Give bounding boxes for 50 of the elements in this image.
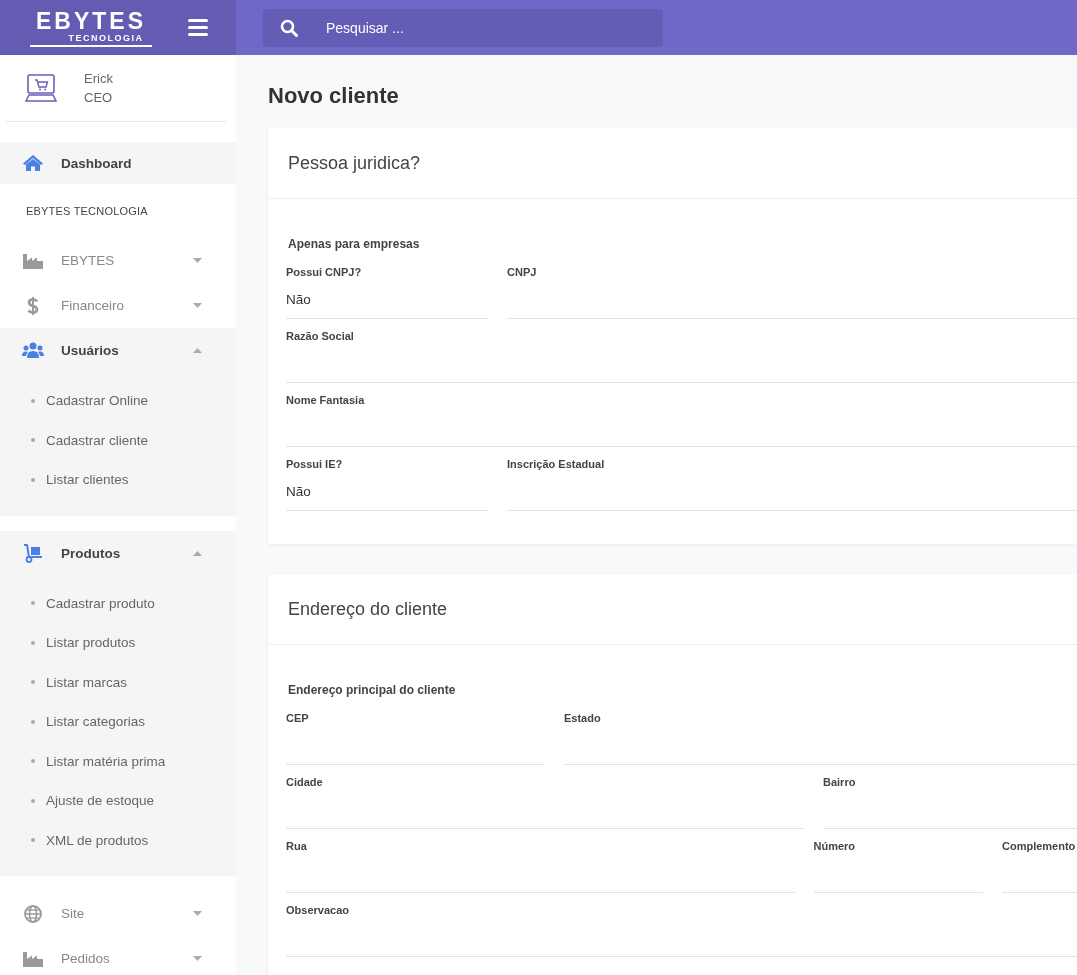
input-field[interactable]: Não <box>286 472 488 511</box>
field-label: Inscrição Estadual <box>507 457 605 472</box>
field-label: Possui IE? <box>286 457 343 472</box>
page-title: Novo cliente <box>268 83 400 109</box>
sidebar-item[interactable]: EBYTES <box>0 238 236 283</box>
submenu-item[interactable]: Cadastrar produto <box>0 583 236 623</box>
laptop-cart-icon <box>25 73 57 103</box>
input-field[interactable]: Não <box>286 280 488 319</box>
sidebar-item[interactable]: Usuários <box>0 328 236 373</box>
logo-subtitle: TECNOLOGIA <box>67 32 144 44</box>
field-label: Cidade <box>286 775 323 790</box>
sidebar-item[interactable]: Site <box>0 891 236 936</box>
submenu-item[interactable]: Listar marcas <box>0 662 236 702</box>
field-label: Possui CNPJ? <box>286 265 362 280</box>
field-label: Razão Social <box>286 329 354 344</box>
field-label: Complemento <box>1002 839 1076 854</box>
sidebar-item[interactable]: Produtos <box>0 530 236 576</box>
card-title: Endereço do cliente <box>288 598 448 620</box>
search-field[interactable]: Pesquisar ... <box>263 8 663 47</box>
submenu-item[interactable]: Listar produtos <box>0 623 236 663</box>
submenu-item[interactable]: Cadastrar Online <box>0 381 236 421</box>
field-label: Estado <box>564 711 601 726</box>
hand-truck-icon <box>22 543 44 563</box>
field-label: Observacao <box>286 903 349 918</box>
section-subtitle: Endereço principal do cliente <box>288 683 457 697</box>
logo-title: EBYTES <box>36 8 147 33</box>
submenu-item[interactable]: XML de produtos <box>0 820 236 860</box>
section-subtitle: Apenas para empresas <box>288 237 421 251</box>
field-label: CEP <box>286 711 309 726</box>
field-label: Nome Fantasia <box>286 393 365 408</box>
field-label: Rua <box>286 839 307 854</box>
sidebar-item[interactable]: Financeiro <box>0 283 236 328</box>
field-label: CNPJ <box>507 265 537 280</box>
menu-button[interactable] <box>186 17 211 38</box>
home-icon <box>22 153 44 173</box>
sidebar-item[interactable]: Dashboard <box>0 142 236 184</box>
user-role: CEO <box>84 89 113 107</box>
submenu-item[interactable]: Ajuste de estoque <box>0 781 236 821</box>
field-label: Bairro <box>823 775 856 790</box>
user-name: Erick <box>84 70 113 88</box>
sidebar-item[interactable]: Pedidos <box>0 936 236 975</box>
section-header: EBYTES TECNOLOGIA <box>25 204 149 219</box>
card-title: Pessoa juridica? <box>288 152 421 174</box>
submenu-item[interactable]: Listar categorias <box>0 702 236 742</box>
globe-icon <box>22 903 44 924</box>
users-icon <box>22 340 44 361</box>
submenu-item[interactable]: Cadastrar cliente <box>0 420 236 460</box>
field-label: Número <box>813 839 856 854</box>
submenu-item[interactable]: Listar clientes <box>0 460 236 500</box>
submenu-item[interactable]: Listar matéria prima <box>0 741 236 781</box>
